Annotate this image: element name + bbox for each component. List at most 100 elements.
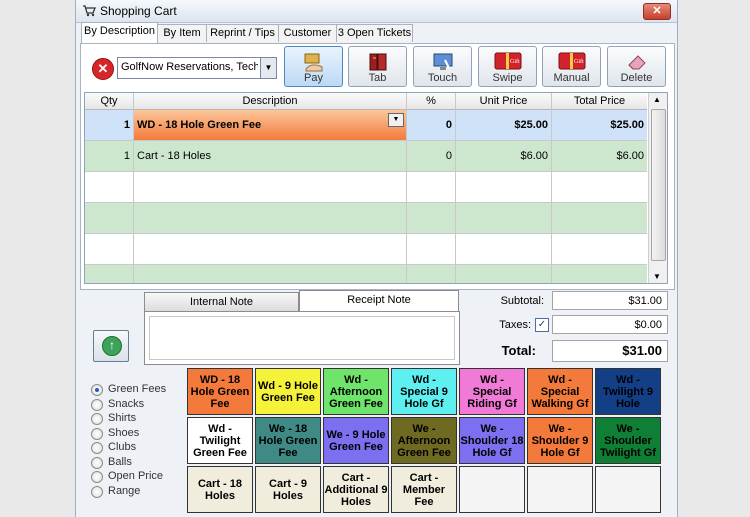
column-divider [455,93,456,283]
tab-button[interactable]: Tab [348,46,407,87]
grid-scrollbar[interactable]: ▲ ▼ [648,93,667,283]
touch-button[interactable]: Touch [413,46,472,87]
item-button[interactable]: Wd - 9 Hole Green Fee [255,368,321,415]
close-icon: ✕ [97,61,109,76]
radio-icon [91,471,103,483]
swipe-button[interactable]: Gift Swipe [478,46,537,87]
table-row[interactable] [85,203,647,234]
window-title: Shopping Cart [100,4,177,18]
scroll-up-icon[interactable]: ▲ [653,95,661,104]
item-button[interactable]: Cart - 9 Holes [255,466,321,513]
tab-by-description[interactable]: By Description [81,22,158,43]
row-percent: 0 [445,150,452,162]
cart-grid: Qty Description % Unit Price Total Price… [84,92,668,284]
svg-text:Gift: Gift [574,58,584,65]
item-button[interactable]: Wd - Afternoon Green Fee [323,368,389,415]
category-open-price[interactable]: Open Price [91,470,181,484]
header-total-price[interactable]: Total Price [552,95,647,107]
taxes-checkbox[interactable]: ✓ [535,318,549,332]
table-row[interactable]: 1 Cart - 18 Holes 0 $6.00 $6.00 [85,141,647,172]
category-shoes[interactable]: Shoes [91,427,181,441]
item-button[interactable]: Wd - Special Walking Gf [527,368,593,415]
item-button[interactable]: Cart - 18 Holes [187,466,253,513]
empty-item-slot [527,466,593,513]
column-divider [406,93,407,283]
pay-button[interactable]: Pay [284,46,343,87]
scrollbar-thumb[interactable] [651,109,666,261]
chevron-down-icon[interactable]: ▼ [260,58,276,78]
empty-item-slot [595,466,661,513]
category-range[interactable]: Range [91,485,181,499]
item-button[interactable]: We - 9 Hole Green Fee [323,417,389,464]
column-divider [133,93,134,283]
header-qty[interactable]: Qty [85,95,133,107]
category-shirts[interactable]: Shirts [91,412,181,426]
total-value: $31.00 [622,343,662,358]
radio-icon [91,457,103,469]
item-button[interactable]: We - Shoulder Twilight Gf [595,417,661,464]
touch-label: Touch [427,72,458,84]
cart-icon [83,5,96,17]
manual-button[interactable]: Gift Manual [542,46,601,87]
subtotal-field: $31.00 [552,291,668,310]
arrow-up-icon: ↑ [102,336,122,356]
header-description[interactable]: Description [134,95,406,107]
receipt-note-panel [144,311,460,365]
radio-icon [91,428,103,440]
tab-open-tickets[interactable]: 3 Open Tickets [336,24,413,42]
item-button[interactable]: We - Shoulder 18 Hole Gf [459,417,525,464]
description-editor[interactable]: WD - 18 Hole Green Fee ▼ [134,110,406,140]
expand-up-button[interactable]: ↑ [93,330,129,362]
tab-receipt-note[interactable]: Receipt Note [299,290,459,312]
tab-by-item[interactable]: By Item [157,24,207,42]
item-button[interactable]: Wd - Special 9 Hole Gf [391,368,457,415]
tab-customer[interactable]: Customer [278,24,337,42]
category-clubs[interactable]: Clubs [91,441,181,455]
item-button[interactable]: Cart - Additional 9 Holes [323,466,389,513]
item-button[interactable]: Cart - Member Fee [391,466,457,513]
table-row[interactable] [85,265,647,283]
grid-header: Qty Description % Unit Price Total Price [85,93,647,110]
column-divider [551,93,552,283]
close-button[interactable]: ✕ [643,3,671,20]
row-qty: 1 [123,119,130,131]
delete-button[interactable]: Delete [607,46,666,87]
item-button[interactable]: Wd - Twilight Green Fee [187,417,253,464]
tab-internal-note[interactable]: Internal Note [144,292,299,312]
category-balls[interactable]: Balls [91,456,181,470]
customer-select[interactable]: GolfNow Reservations, Tech S ▼ [117,57,277,79]
receipt-note-input[interactable] [149,316,455,360]
chevron-down-icon[interactable]: ▼ [388,113,404,127]
taxes-label: Taxes: [499,319,531,331]
item-button[interactable]: We - Shoulder 9 Hole Gf [527,417,593,464]
taxes-field: $0.00 [552,315,668,334]
item-button[interactable]: Wd - Special Riding Gf [459,368,525,415]
table-row[interactable]: 1 WD - 18 Hole Green Fee ▼ 0 $25.00 $25.… [85,110,647,141]
header-unit-price[interactable]: Unit Price [456,95,551,107]
table-row[interactable] [85,172,647,203]
row-unit-price: $25.00 [514,119,548,131]
item-button[interactable]: WD - 18 Hole Green Fee [187,368,253,415]
pay-label: Pay [304,72,323,84]
tab-reprint-tips[interactable]: Reprint / Tips [206,24,279,42]
gift-card-icon: Gift [494,52,521,70]
scroll-down-icon[interactable]: ▼ [653,272,661,281]
delete-label: Delete [620,72,653,84]
remove-customer-button[interactable]: ✕ [92,58,114,80]
tab-book-icon [369,53,386,71]
row-total-price: $6.00 [616,150,644,162]
table-row[interactable] [85,234,647,265]
taxes-value: $0.00 [634,319,662,331]
radio-icon [91,442,103,454]
row-percent: 0 [445,119,452,131]
shopping-cart-window: Shopping Cart ✕ By Description By Item R… [75,0,678,517]
item-button[interactable]: We - 18 Hole Green Fee [255,417,321,464]
header-percent[interactable]: % [407,95,455,107]
item-button[interactable]: Wd - Twilight 9 Hole [595,368,661,415]
customer-select-value: GolfNow Reservations, Tech S [121,61,258,73]
item-button[interactable]: We - Afternoon Green Fee [391,417,457,464]
row-description: WD - 18 Hole Green Fee [137,119,262,131]
category-snacks[interactable]: Snacks [91,398,181,412]
title-bar: Shopping Cart ✕ [76,0,677,23]
category-green-fees[interactable]: Green Fees [91,383,181,397]
